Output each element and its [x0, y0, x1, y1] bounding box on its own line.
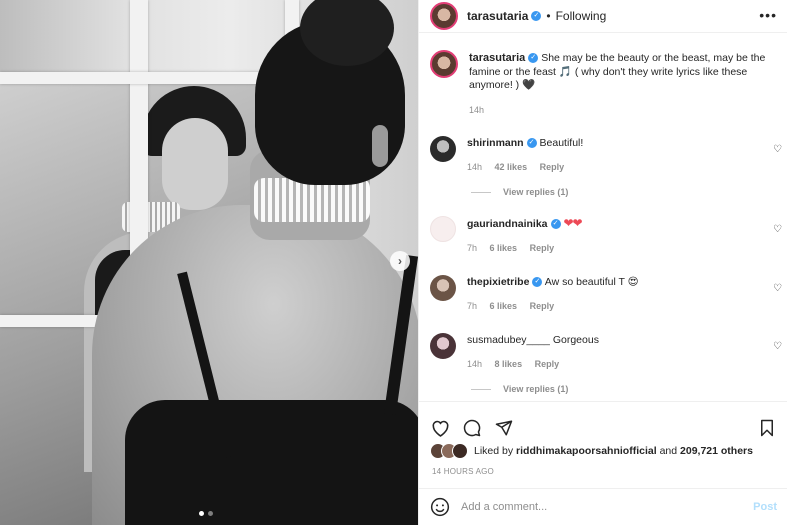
comment-likes[interactable]: 8 likes	[495, 359, 523, 369]
comment-meta: 7h 6 likes Reply	[467, 241, 582, 255]
replies-divider	[471, 388, 491, 390]
comment-like-heart-icon[interactable]: ♡	[773, 144, 782, 155]
caption-username[interactable]: tarasutaria	[469, 52, 525, 64]
heart-icon[interactable]	[430, 418, 450, 438]
bookmark-icon[interactable]	[757, 418, 777, 438]
comment-text: Gorgeous	[552, 334, 599, 346]
liked-by-and: and	[659, 445, 678, 457]
comment-reply-button[interactable]: Reply	[530, 243, 555, 253]
comment-username[interactable]: susmadubey____	[467, 334, 550, 346]
emoji-icon[interactable]	[430, 497, 450, 517]
subject-dress	[125, 400, 418, 525]
comments-scroll-area[interactable]: tarasutaria ✓ She may be the beauty or th…	[419, 42, 787, 402]
comment-composer: Post	[419, 488, 787, 525]
reflection-face	[162, 118, 228, 210]
post-photo[interactable]: ›	[0, 0, 418, 525]
view-replies-label[interactable]: View replies (1)	[503, 187, 568, 197]
comment-reply-button[interactable]: Reply	[535, 359, 560, 369]
author-username[interactable]: tarasutaria	[467, 9, 528, 23]
action-icons	[419, 402, 787, 442]
comment-likes[interactable]: 6 likes	[490, 243, 518, 253]
comment-time[interactable]: 14h	[467, 162, 482, 172]
caption-author-avatar[interactable]	[430, 50, 458, 78]
share-icon[interactable]	[494, 418, 514, 438]
verified-badge-icon: ✓	[526, 138, 537, 149]
comment-username[interactable]: thepixietribe	[467, 276, 529, 288]
comment-reply-button[interactable]: Reply	[540, 162, 565, 172]
comment-reply-button[interactable]: Reply	[530, 301, 555, 311]
view-replies-label[interactable]: View replies (1)	[503, 384, 568, 394]
comment-meta: 7h 6 likes Reply	[467, 299, 639, 313]
liked-by-others[interactable]: 209,721 others	[680, 445, 753, 457]
carousel-indicator	[199, 511, 213, 516]
comment-like-heart-icon[interactable]: ♡	[773, 341, 782, 352]
chevron-right-icon: ›	[398, 254, 402, 268]
comment-text: ❤❤	[563, 216, 582, 230]
commenter-avatar[interactable]	[430, 216, 456, 242]
comment-icon[interactable]	[462, 418, 482, 438]
commenter-avatar[interactable]	[430, 136, 456, 162]
comment-item: susmadubey____ Gorgeous 14h 8 likes Repl…	[419, 333, 787, 371]
comment-time[interactable]: 7h	[467, 243, 477, 253]
view-replies[interactable]: View replies (1)	[419, 384, 787, 394]
comment-username[interactable]: shirinmann	[467, 137, 524, 149]
likes-summary: Liked by riddhimakapoorsahniofficial and…	[419, 443, 787, 459]
post-side-panel: tarasutaria ✓ • Following ••• tarasutari…	[418, 0, 787, 525]
post-actions: Liked by riddhimakapoorsahniofficial and…	[419, 401, 787, 525]
comment-meta: 14h 8 likes Reply	[467, 357, 599, 371]
liker-avatar	[452, 443, 468, 459]
liker-avatars[interactable]	[430, 443, 468, 459]
carousel-dot-active	[199, 511, 204, 516]
comment-time[interactable]: 14h	[467, 359, 482, 369]
verified-badge-icon: ✓	[531, 11, 542, 21]
comment-item: gauriandnainika ✓ ❤❤ 7h 6 likes Reply ♡	[419, 216, 787, 255]
verified-badge-icon: ✓	[532, 277, 543, 288]
caption-time[interactable]: 14h	[469, 104, 769, 118]
comment-likes[interactable]: 42 likes	[495, 162, 528, 172]
comment-username[interactable]: gauriandnainika	[467, 218, 548, 230]
comment-like-heart-icon[interactable]: ♡	[773, 283, 782, 294]
liked-by-prefix: Liked by	[474, 445, 514, 457]
view-replies[interactable]: View replies (1)	[419, 187, 787, 197]
replies-divider	[471, 191, 491, 193]
liked-by-user[interactable]: riddhimakapoorsahniofficial	[516, 445, 657, 457]
post-header: tarasutaria ✓ • Following •••	[419, 0, 787, 33]
post-comment-button[interactable]: Post	[753, 501, 777, 513]
comment-text: Aw so beautiful T 😍	[544, 276, 639, 288]
comment-like-heart-icon[interactable]: ♡	[773, 224, 782, 235]
carousel-next-button[interactable]: ›	[390, 251, 410, 271]
commenter-avatar[interactable]	[430, 275, 456, 301]
more-options-icon[interactable]: •••	[759, 7, 777, 23]
comment-text: Beautiful!	[539, 137, 584, 149]
post-timestamp[interactable]: 14 HOURS AGO	[419, 467, 787, 476]
post-caption: tarasutaria ✓ She may be the beauty or th…	[419, 42, 787, 117]
carousel-dot	[208, 511, 213, 516]
comment-likes[interactable]: 6 likes	[490, 301, 518, 311]
verified-badge-icon: ✓	[550, 219, 561, 230]
comment-item: shirinmann ✓ Beautiful! 14h 42 likes Repl…	[419, 136, 787, 174]
subject-ear	[372, 125, 388, 167]
following-button[interactable]: Following	[556, 9, 607, 23]
commenter-avatar[interactable]	[430, 333, 456, 359]
comment-meta: 14h 42 likes Reply	[467, 160, 583, 174]
verified-badge-icon: ✓	[528, 53, 539, 64]
comment-item: thepixietribe ✓ Aw so beautiful T 😍 7h 6 …	[419, 275, 787, 313]
add-comment-input[interactable]	[461, 501, 754, 513]
comment-time[interactable]: 7h	[467, 301, 477, 311]
header-separator: •	[546, 9, 551, 23]
author-avatar[interactable]	[430, 2, 458, 30]
